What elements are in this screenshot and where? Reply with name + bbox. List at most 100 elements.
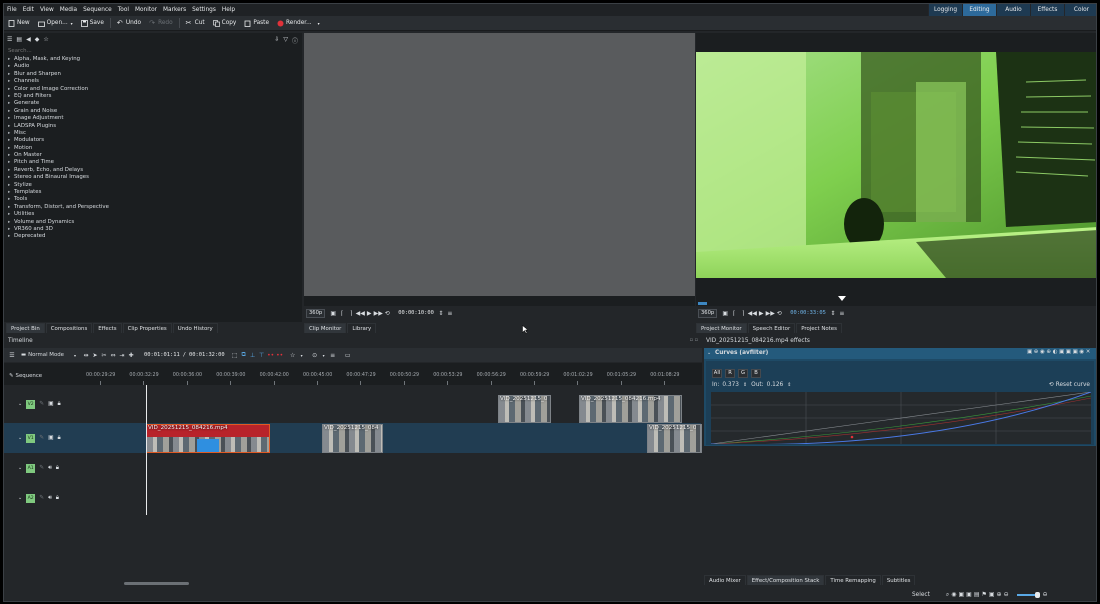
timeline-scrollbar[interactable] <box>124 582 189 585</box>
slip-tool-icon[interactable]: ⇥ <box>118 351 126 359</box>
project-monitor-ruler[interactable] <box>696 296 1096 306</box>
menu-media[interactable]: Media <box>57 7 80 13</box>
track-menu-icon[interactable]: ≡ <box>329 351 337 359</box>
effect-category-item[interactable]: ▸ Alpha, Mask, and Keying <box>4 56 302 63</box>
loop-icon[interactable]: ⟲ <box>383 309 391 317</box>
lift-icon[interactable]: •• <box>276 351 284 359</box>
spin-arrows-icon[interactable]: ⇕ <box>743 382 747 388</box>
fit-zoom-icon[interactable]: ⬚ <box>231 351 239 359</box>
download-icon[interactable]: ⇩ <box>274 36 279 45</box>
timeline-playhead[interactable] <box>146 385 147 515</box>
ripple-icon[interactable]: ⇹ <box>82 351 90 359</box>
spin-arrows-icon[interactable]: ⇕ <box>437 309 445 317</box>
timeline-clip[interactable]: VID_20251215_0 <box>498 395 551 423</box>
menu-markers[interactable]: Markers <box>160 7 189 13</box>
effect-category-item[interactable]: ▸ Stylize <box>4 182 302 189</box>
effect-title-row[interactable]: ⌄ Curves (avfilter) ▣⊕◉⊕◐▣▣▣◉✕ <box>704 348 1096 359</box>
project-monitor-frame[interactable] <box>696 52 1097 278</box>
effect-category-item[interactable]: ▸ VR360 and 3D <box>4 226 302 233</box>
insert-icon[interactable]: ⊥ <box>249 351 257 359</box>
menu-icon[interactable]: ≡ <box>446 309 454 317</box>
workspace-color[interactable]: Color <box>1064 4 1096 16</box>
speaker-icon[interactable]: 🔊︎ <box>48 465 52 472</box>
effect-category-item[interactable]: ▸ Color and Image Correction <box>4 86 302 93</box>
chevron-down-icon[interactable]: ▾ <box>71 21 73 26</box>
chevron-down-icon[interactable]: ▾ <box>320 351 328 359</box>
set-out-icon[interactable]: ⌉ <box>739 309 747 317</box>
tab-project-bin[interactable]: Project Bin <box>6 323 45 333</box>
tab-subtitles[interactable]: Subtitles <box>881 575 916 585</box>
timeline-clip[interactable]: VID_20251215_084 <box>322 424 383 453</box>
effect-category-item[interactable]: ▸ Generate <box>4 100 302 107</box>
effect-category-item[interactable]: ▸ LADSPA Plugins <box>4 123 302 130</box>
clip-monitor-timecode[interactable]: 00:00:10:00 <box>398 310 434 316</box>
effects-search-input[interactable] <box>6 46 300 55</box>
selected-timeline-clip[interactable]: VID_20251215_084216.mp4 <box>146 424 270 453</box>
brush-icon[interactable]: ✎ <box>39 465 44 471</box>
effect-category-item[interactable]: ▸ Tools <box>4 196 302 203</box>
custom-filter-icon[interactable]: ◆ <box>35 36 40 43</box>
collapse-chevron-icon[interactable]: ⌄ <box>18 401 22 407</box>
render-button[interactable]: Render... ▾ <box>273 16 324 31</box>
lock-icon[interactable]: 🔒︎ <box>58 435 61 442</box>
timeline-ruler[interactable]: 00:00:29:29 00:00:32:29 00:00:36:00 00:00:3… <box>82 373 702 385</box>
tab-audio-mixer[interactable]: Audio Mixer <box>704 575 746 585</box>
tab-effect-stack[interactable]: Effect/Composition Stack <box>746 575 825 585</box>
timeline-empty-area[interactable] <box>4 515 702 601</box>
collapse-chevron-icon[interactable]: ⌄ <box>18 435 22 441</box>
hamburger-menu-icon[interactable]: ☰ <box>8 351 16 359</box>
film-icon[interactable]: ▣ <box>48 401 53 407</box>
curve-point[interactable] <box>850 435 854 439</box>
loop-icon[interactable]: ⟲ <box>775 309 783 317</box>
track-badge-a2[interactable]: A2 <box>26 493 36 503</box>
timeline-clip[interactable]: VID_20251215_0 <box>647 424 702 453</box>
cut-button[interactable]: ✂ Cut <box>182 16 209 31</box>
lock-icon[interactable]: 🔒︎ <box>56 495 59 502</box>
collapse-chevron-icon[interactable]: ⌄ <box>18 465 22 471</box>
menu-edit[interactable]: Edit <box>20 7 37 13</box>
tab-project-monitor[interactable]: Project Monitor <box>696 323 747 333</box>
chevron-down-icon[interactable]: ▾ <box>318 21 320 26</box>
collapse-chevron-icon[interactable]: ⌄ <box>18 495 22 501</box>
play-icon[interactable]: ▶ <box>757 309 765 317</box>
track-badge-v2[interactable]: V2 <box>26 399 36 409</box>
reset-curve-button[interactable]: ⟲ Reset curve <box>1049 382 1090 388</box>
zoom-slider[interactable] <box>1016 592 1040 598</box>
open-button[interactable]: Open... ▾ <box>34 16 77 31</box>
extract-icon[interactable]: •• <box>267 351 275 359</box>
forward-icon[interactable]: ▶▶ <box>374 309 383 317</box>
menu-icon[interactable]: ≡ <box>838 309 846 317</box>
tab-compositions[interactable]: Compositions <box>45 323 93 333</box>
overwrite-icon[interactable]: ⊤ <box>258 351 266 359</box>
menu-help[interactable]: Help <box>219 7 238 13</box>
playhead-marker[interactable] <box>838 296 846 301</box>
project-monitor-timecode[interactable]: 00:00:33:05 <box>790 310 826 316</box>
spin-arrows-icon[interactable]: ⇕ <box>787 382 791 388</box>
zoom-out-icon[interactable]: ⊖ <box>1043 592 1048 598</box>
tab-time-remapping[interactable]: Time Remapping <box>825 575 881 585</box>
subtitle-track-icon[interactable]: ▭ <box>344 351 352 359</box>
effect-category-item[interactable]: ▸ Grain and Noise <box>4 108 302 115</box>
set-in-icon[interactable]: ⌈ <box>730 309 738 317</box>
zoom-slider-handle[interactable] <box>1034 592 1040 598</box>
effect-category-item[interactable]: ▸ Reverb, Echo, and Delays <box>4 167 302 174</box>
effect-category-item[interactable]: ▸ Stereo and Binaural Images <box>4 174 302 181</box>
clip-monitor-ruler[interactable] <box>304 296 695 306</box>
effect-actions-icon[interactable]: ▣⊕◉⊕◐▣▣▣◉✕ <box>1027 349 1092 355</box>
spin-arrows-icon[interactable]: ⇕ <box>829 309 837 317</box>
effect-category-item[interactable]: ▸ Channels <box>4 78 302 85</box>
video-filter-icon[interactable]: ▤ <box>16 36 22 43</box>
spacer-tool-icon[interactable]: ⇔ <box>109 351 117 359</box>
tab-clip-properties[interactable]: Clip Properties <box>122 323 172 333</box>
split-audio-icon[interactable]: ⧉ <box>240 351 248 359</box>
workspace-effects[interactable]: Effects <box>1030 4 1064 16</box>
fullscreen-icon[interactable]: ▣ <box>329 309 337 317</box>
workspace-editing[interactable]: Editing <box>962 4 996 16</box>
workspace-logging[interactable]: Logging <box>928 4 962 16</box>
lock-icon[interactable]: 🔒︎ <box>56 465 59 472</box>
effect-category-item[interactable]: ▸ Image Adjustment <box>4 115 302 122</box>
save-button[interactable]: Save <box>77 16 108 31</box>
effect-category-item[interactable]: ▸ Audio <box>4 63 302 70</box>
snap-icon[interactable]: ⊙ <box>311 351 319 359</box>
timeline-ruler-area[interactable]: ✎ Sequence 00:00:29:29 00:00:32:29 00:00:36… <box>4 363 702 385</box>
